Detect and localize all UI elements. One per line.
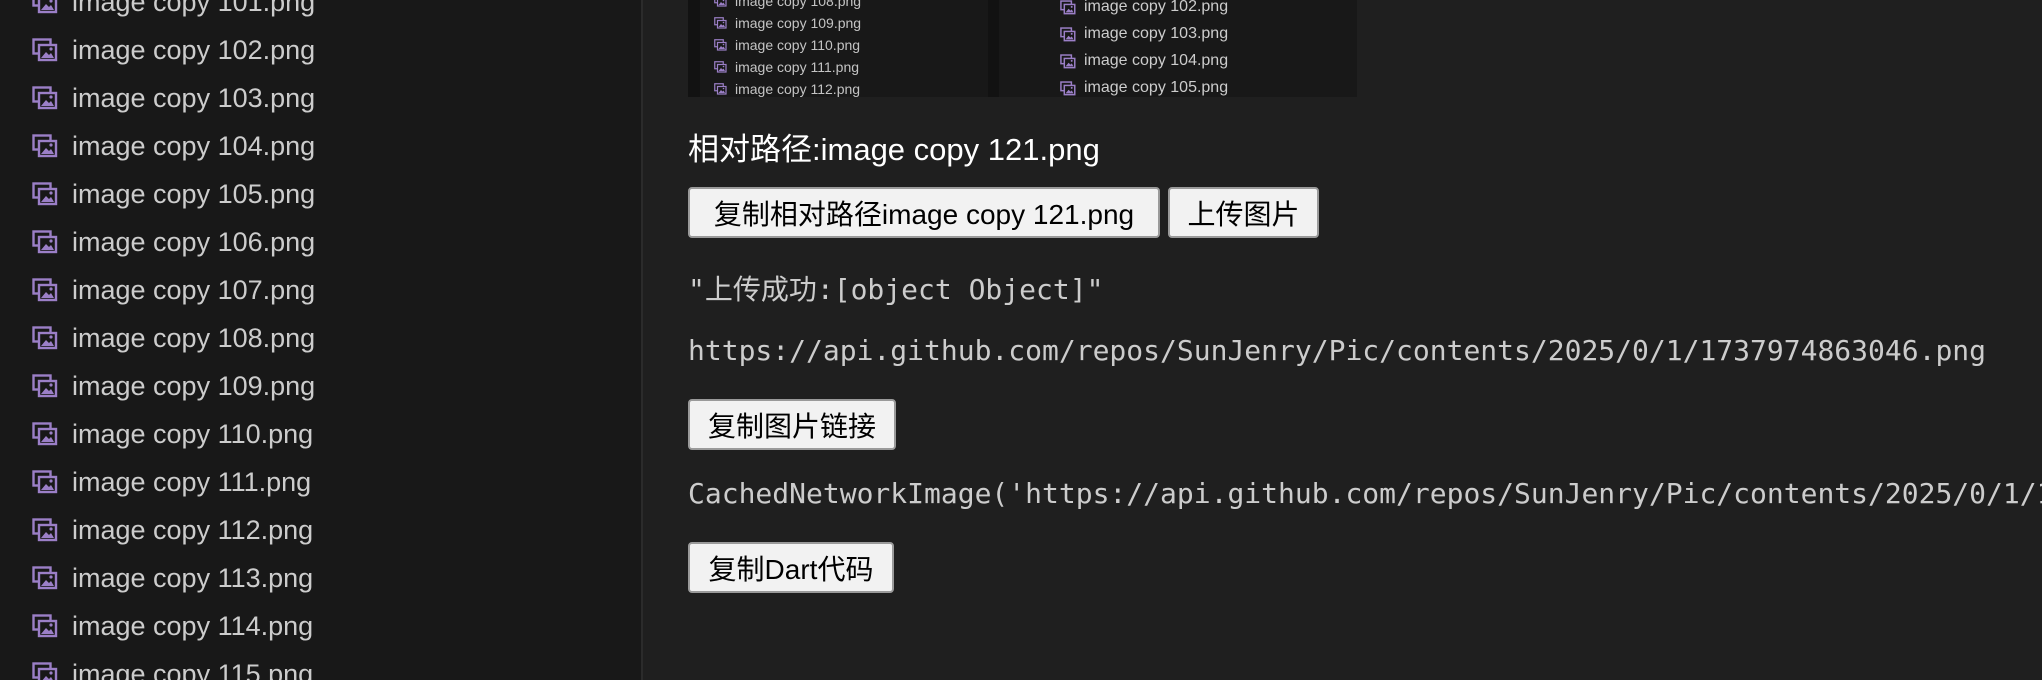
preview-file-name: image copy 109.png bbox=[735, 15, 862, 31]
copy-image-link-button[interactable]: 复制图片链接 bbox=[688, 399, 896, 450]
preview-file-name: image copy 102.png bbox=[1084, 0, 1229, 15]
image-file-icon bbox=[32, 182, 58, 206]
preview-file-name: image copy 104.png bbox=[1084, 52, 1229, 69]
image-file-icon bbox=[32, 86, 58, 110]
preview-file-item: image copy 108.png bbox=[714, 0, 861, 9]
image-url-text: https://api.github.com/repos/SunJenry/Pi… bbox=[688, 334, 1987, 367]
file-item[interactable]: image copy 102.png bbox=[0, 26, 641, 74]
image-file-icon bbox=[32, 422, 58, 446]
file-item[interactable]: image copy 108.png bbox=[0, 314, 641, 362]
file-name: image copy 105.png bbox=[72, 179, 316, 209]
image-file-icon bbox=[32, 470, 58, 494]
file-name: image copy 102.png bbox=[72, 35, 316, 65]
file-name: image copy 107.png bbox=[72, 275, 316, 305]
image-file-icon bbox=[32, 230, 58, 254]
file-name: image copy 110.png bbox=[72, 419, 314, 449]
file-name: image copy 114.png bbox=[72, 611, 314, 641]
image-file-icon bbox=[32, 134, 58, 158]
file-name: image copy 106.png bbox=[72, 227, 316, 257]
image-file-icon bbox=[714, 61, 727, 73]
file-item[interactable]: image copy 109.png bbox=[0, 362, 641, 410]
file-name: image copy 109.png bbox=[72, 371, 316, 401]
file-item[interactable]: image copy 103.png bbox=[0, 74, 641, 122]
image-file-icon bbox=[32, 38, 58, 62]
file-name: image copy 104.png bbox=[72, 131, 316, 161]
file-name: image copy 108.png bbox=[72, 323, 316, 353]
main-panel: image copy 108.png image copy 109.png imag… bbox=[643, 0, 2042, 680]
file-name: image copy 103.png bbox=[72, 83, 316, 113]
image-file-icon bbox=[1060, 80, 1076, 96]
file-item[interactable]: image copy 112.png bbox=[0, 506, 641, 554]
preview-file-name: image copy 112.png bbox=[735, 81, 861, 97]
copy-dart-code-button[interactable]: 复制Dart代码 bbox=[688, 542, 894, 593]
preview-file-item: image copy 110.png bbox=[714, 37, 860, 53]
file-item[interactable]: image copy 105.png bbox=[0, 170, 641, 218]
image-file-icon bbox=[714, 39, 727, 51]
image-file-icon bbox=[32, 518, 58, 542]
image-file-icon bbox=[714, 17, 727, 29]
file-item[interactable]: image copy 113.png bbox=[0, 554, 641, 602]
image-file-icon bbox=[1060, 26, 1076, 42]
image-file-icon bbox=[32, 566, 58, 590]
file-name: image copy 101.png bbox=[72, 0, 316, 17]
file-explorer-sidebar: image copy 101.png image copy 102.png imag… bbox=[0, 0, 643, 680]
file-item[interactable]: image copy 101.png bbox=[0, 0, 641, 26]
file-item[interactable]: image copy 104.png bbox=[0, 122, 641, 170]
file-name: image copy 111.png bbox=[72, 467, 312, 497]
preview-file-item: image copy 104.png bbox=[1060, 52, 1228, 70]
upload-status-text: "上传成功:[object Object]" bbox=[688, 273, 1104, 306]
preview-file-item: image copy 109.png bbox=[714, 15, 861, 31]
image-file-icon bbox=[1060, 53, 1076, 69]
copy-relative-path-button[interactable]: 复制相对路径image copy 121.png bbox=[688, 187, 1160, 238]
file-name: image copy 113.png bbox=[72, 563, 314, 593]
dart-code-text: CachedNetworkImage('https://api.github.c… bbox=[688, 477, 2042, 510]
image-file-icon bbox=[32, 278, 58, 302]
image-file-icon bbox=[32, 614, 58, 638]
preview-file-name: image copy 111.png bbox=[735, 59, 860, 75]
file-name: image copy 112.png bbox=[72, 515, 314, 545]
image-file-icon bbox=[714, 83, 727, 95]
preview-file-item: image copy 111.png bbox=[714, 59, 859, 75]
upload-image-button[interactable]: 上传图片 bbox=[1168, 187, 1319, 238]
image-file-icon bbox=[32, 374, 58, 398]
image-file-icon bbox=[32, 662, 58, 680]
preview-file-name: image copy 105.png bbox=[1084, 79, 1229, 96]
relative-path-text: 相对路径:image copy 121.png bbox=[688, 132, 1100, 167]
file-item[interactable]: image copy 114.png bbox=[0, 602, 641, 650]
image-file-icon bbox=[32, 326, 58, 350]
preview-file-item: image copy 105.png bbox=[1060, 79, 1228, 97]
preview-file-name: image copy 110.png bbox=[735, 37, 861, 53]
preview-file-item: image copy 102.png bbox=[1060, 0, 1228, 16]
file-item[interactable]: image copy 115.png bbox=[0, 650, 641, 680]
preview-file-item: image copy 103.png bbox=[1060, 25, 1228, 43]
image-preview: image copy 108.png image copy 109.png imag… bbox=[688, 0, 1357, 97]
file-item[interactable]: image copy 107.png bbox=[0, 266, 641, 314]
preview-file-item: image copy 112.png bbox=[714, 81, 860, 97]
file-item[interactable]: image copy 106.png bbox=[0, 218, 641, 266]
file-item[interactable]: image copy 111.png bbox=[0, 458, 641, 506]
image-file-icon bbox=[32, 0, 58, 14]
file-name: image copy 115.png bbox=[72, 659, 314, 680]
preview-file-name: image copy 103.png bbox=[1084, 25, 1229, 42]
preview-file-name: image copy 108.png bbox=[735, 0, 862, 9]
file-item[interactable]: image copy 110.png bbox=[0, 410, 641, 458]
image-file-icon bbox=[1060, 0, 1076, 15]
image-file-icon bbox=[714, 0, 727, 7]
